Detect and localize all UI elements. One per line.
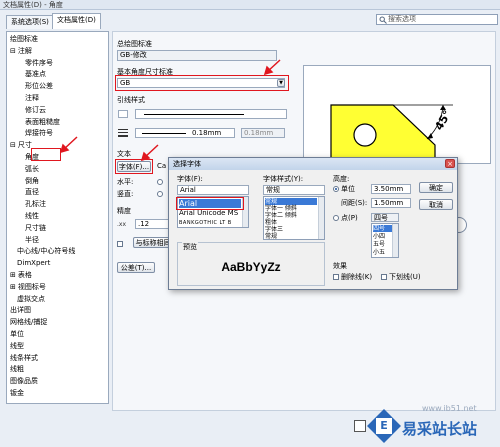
highlight-font-arial — [176, 197, 244, 210]
unit-label: 单位 — [341, 185, 355, 193]
style-list-item[interactable]: 粗体 — [265, 219, 277, 226]
watermark-text: 易采站长站 — [402, 420, 478, 438]
spacing-label: 间距(S): — [341, 199, 368, 207]
style-label: 字体样式(Y): — [263, 175, 304, 183]
style-list-item[interactable]: 常规 — [265, 198, 317, 205]
preview-text: AaBbYyZz — [221, 260, 281, 274]
style-input[interactable]: 常规 — [263, 185, 325, 195]
effects-label: 效果 — [333, 262, 347, 270]
unit-radio[interactable] — [333, 186, 339, 192]
style-list[interactable]: 常规 字体一 倾斜 字体二 倾斜 粗体 字体三 常规 — [263, 196, 325, 240]
unit-height-input[interactable]: 3.50mm — [371, 184, 411, 194]
watermark-url: www.ib51.net — [422, 404, 477, 413]
close-icon[interactable]: × — [445, 159, 455, 168]
point-size-list[interactable]: 四号 小四 五号 小五 — [371, 223, 399, 258]
point-radio[interactable] — [333, 215, 339, 221]
style-list-item[interactable]: 字体一 倾斜 — [265, 205, 297, 212]
select-font-dialog: 选择字体 × 字体(F): Arial Arial Arial Unicode … — [168, 157, 458, 290]
point-size-item[interactable]: 四号 — [373, 225, 392, 232]
cancel-button[interactable]: 取消 — [419, 199, 453, 210]
underline-checkbox[interactable] — [381, 274, 387, 280]
font-list-item[interactable]: BANKGOTHIC LT B — [179, 220, 232, 227]
font-input[interactable]: Arial — [177, 185, 249, 195]
point-size-input[interactable]: 四号 — [371, 213, 399, 222]
spacing-input[interactable]: 1.50mm — [371, 198, 411, 208]
font-list-item[interactable]: Arial Unicode MS — [179, 210, 238, 217]
style-list-item[interactable]: 字体三 — [265, 226, 283, 233]
watermark-logo-glyph: E — [376, 418, 392, 434]
preview-frame: 预览 AaBbYyZz — [177, 242, 325, 286]
point-size-item[interactable]: 五号 — [373, 241, 385, 248]
point-size-item[interactable]: 小五 — [373, 249, 385, 256]
strikethrough-checkbox[interactable] — [333, 274, 339, 280]
font-label: 字体(F): — [177, 175, 203, 183]
style-list-item[interactable]: 常规 — [265, 233, 277, 239]
height-label: 高度: — [333, 175, 350, 183]
point-size-item[interactable]: 小四 — [373, 233, 385, 240]
strikethrough-label: 删除线(K) — [341, 273, 373, 281]
dialog-title: 选择字体 — [169, 158, 457, 170]
ok-button[interactable]: 确定 — [419, 182, 453, 193]
style-list-item[interactable]: 字体二 倾斜 — [265, 212, 297, 219]
preview-label: 预览 — [182, 242, 198, 252]
style-list-scrollbar[interactable] — [318, 197, 324, 239]
point-size-scrollbar[interactable] — [392, 224, 398, 257]
underline-label: 下划线(U) — [389, 273, 421, 281]
bottom-checkbox[interactable] — [354, 420, 366, 432]
point-label: 点(P) — [341, 214, 358, 222]
